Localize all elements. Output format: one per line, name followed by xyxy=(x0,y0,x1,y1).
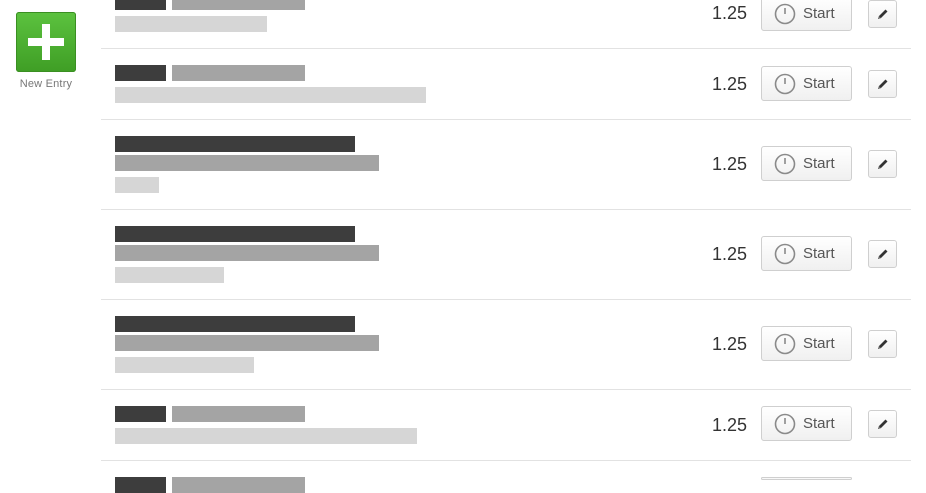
time-entry-row: 1.25 Start xyxy=(101,0,911,49)
entry-client-placeholder xyxy=(172,0,305,10)
plus-icon xyxy=(28,24,64,60)
edit-entry-button[interactable] xyxy=(868,150,897,178)
entry-project-placeholder xyxy=(115,65,166,81)
new-entry-button[interactable]: New Entry xyxy=(16,12,76,90)
start-timer-button[interactable]: Start xyxy=(761,66,852,101)
entry-notes-placeholder xyxy=(115,87,426,103)
start-button-label: Start xyxy=(803,155,835,172)
entry-client-placeholder xyxy=(172,477,305,493)
time-entry-row: 1.25 Start xyxy=(101,49,911,120)
stopwatch-icon xyxy=(774,243,796,265)
entry-hours: 1.25 xyxy=(711,244,747,264)
pencil-icon xyxy=(878,9,888,19)
entry-project-placeholder xyxy=(115,136,355,152)
entry-project-placeholder xyxy=(115,406,166,422)
edit-entry-button[interactable] xyxy=(868,0,897,28)
pencil-icon xyxy=(878,159,888,169)
start-timer-button[interactable]: Start xyxy=(761,146,852,181)
entry-notes-placeholder xyxy=(115,428,417,444)
start-timer-button[interactable]: Start xyxy=(761,326,852,361)
entry-client-placeholder xyxy=(115,335,379,351)
entry-hours: 1.25 xyxy=(711,334,747,354)
entry-project-placeholder xyxy=(115,316,355,332)
new-entry-tile[interactable] xyxy=(16,12,76,72)
entry-client-placeholder xyxy=(115,245,379,261)
start-timer-button[interactable]: Start xyxy=(761,406,852,441)
edit-entry-button[interactable] xyxy=(868,410,897,438)
stopwatch-icon xyxy=(774,413,796,435)
entry-client-placeholder xyxy=(172,65,305,81)
stopwatch-icon xyxy=(774,333,796,355)
pencil-icon xyxy=(878,419,888,429)
start-button-label: Start xyxy=(803,415,835,432)
entry-project-placeholder xyxy=(115,0,166,10)
entry-client-placeholder xyxy=(115,155,379,171)
entry-project-placeholder xyxy=(115,477,166,493)
entry-client-placeholder xyxy=(172,406,305,422)
stopwatch-icon xyxy=(774,3,796,25)
start-timer-button[interactable]: Start xyxy=(761,0,852,31)
stopwatch-icon xyxy=(774,73,796,95)
start-button-label: Start xyxy=(803,245,835,262)
entry-notes-placeholder xyxy=(115,177,159,193)
edit-entry-button[interactable] xyxy=(868,330,897,358)
stopwatch-icon xyxy=(774,153,796,175)
entry-notes-placeholder xyxy=(115,267,224,283)
entry-hours: 1.25 xyxy=(711,154,747,174)
start-button-label: Start xyxy=(803,335,835,352)
time-entry-list: 1.25 Start 1.25 Start 1.25 Start 1.25 St… xyxy=(101,0,911,493)
pencil-icon xyxy=(878,249,888,259)
entry-hours: 1.25 xyxy=(711,74,747,94)
time-entry-row: 1.25 Start xyxy=(101,390,911,461)
entry-notes-placeholder xyxy=(115,357,254,373)
pencil-icon xyxy=(878,79,888,89)
time-entry-row: 1.25 Start xyxy=(101,210,911,300)
entry-project-placeholder xyxy=(115,226,355,242)
edit-entry-button[interactable] xyxy=(868,70,897,98)
new-entry-label: New Entry xyxy=(19,78,73,90)
entry-hours: 1.25 xyxy=(711,3,747,23)
start-timer-button[interactable]: Start xyxy=(761,236,852,271)
time-entry-row: 1.25 Start xyxy=(101,300,911,390)
start-button-label: Start xyxy=(803,5,835,22)
entry-notes-placeholder xyxy=(115,16,267,32)
edit-entry-button[interactable] xyxy=(868,240,897,268)
entry-hours: 1.25 xyxy=(711,415,747,435)
pencil-icon xyxy=(878,339,888,349)
time-entry-row xyxy=(101,461,911,493)
time-entry-row: 1.25 Start xyxy=(101,120,911,210)
start-button-label: Start xyxy=(803,75,835,92)
